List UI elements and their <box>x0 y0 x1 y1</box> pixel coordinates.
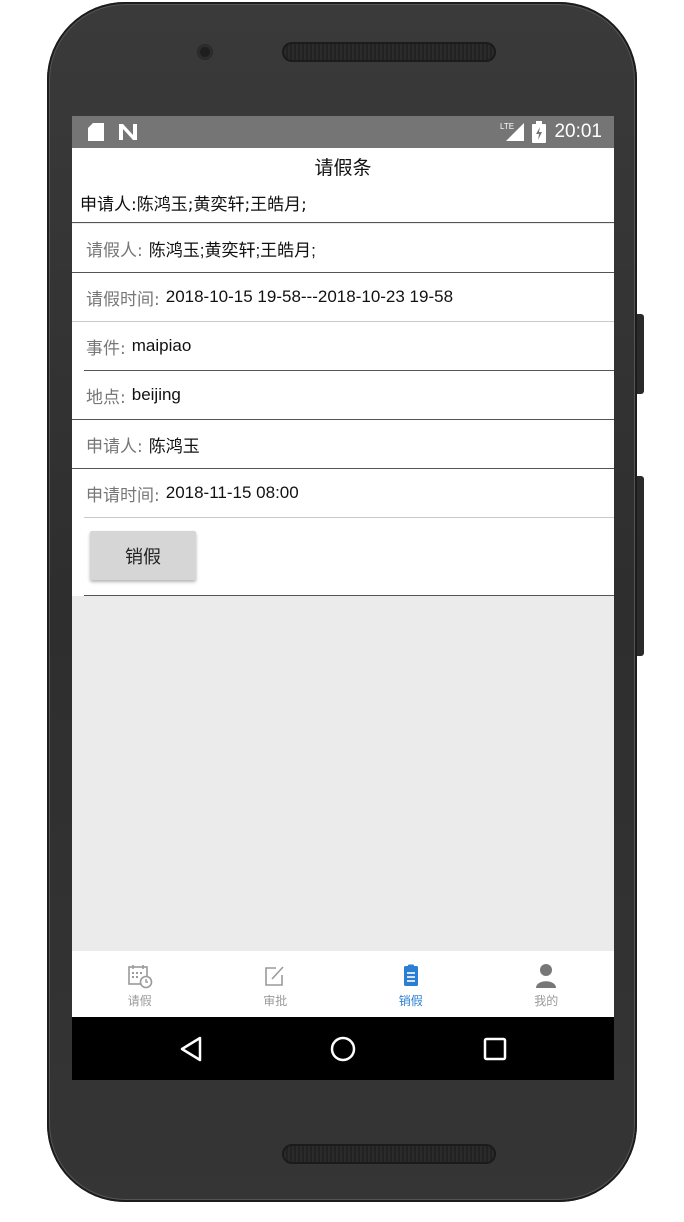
apply-time-row: 申请时间: 2018-11-15 08:00 <box>84 469 614 518</box>
event-label: 事件: <box>86 338 126 359</box>
recents-icon[interactable] <box>479 1033 511 1065</box>
bottom-speaker <box>282 1144 496 1164</box>
tab-approve[interactable]: 审批 <box>208 951 344 1017</box>
leave-person-label: 请假人: <box>86 240 143 261</box>
leave-time-row: 请假时间: 2018-10-15 19-58---2018-10-23 19-5… <box>72 273 614 322</box>
lte-signal-icon: LTE <box>500 122 525 141</box>
power-button <box>637 476 644 656</box>
tab-cancel-leave-label: 销假 <box>398 994 423 1008</box>
apply-time-value: 2018-11-15 08:00 <box>165 483 299 502</box>
action-row: 销假 <box>84 518 614 596</box>
leave-person-row: 请假人: 陈鸿玉;黄奕轩;王皓月; <box>72 224 614 273</box>
cancel-leave-button[interactable]: 销假 <box>90 531 196 580</box>
tab-leave-label: 请假 <box>127 994 152 1008</box>
leave-time-label: 请假时间: <box>86 289 160 310</box>
clipboard-icon <box>403 964 418 986</box>
tab-mine[interactable]: 我的 <box>479 951 615 1017</box>
tab-cancel-leave[interactable]: 销假 <box>343 951 479 1017</box>
n-notification-icon <box>119 124 137 140</box>
front-camera <box>197 44 213 60</box>
volume-button <box>637 314 644 394</box>
leave-person-value: 陈鸿玉;黄奕轩;王皓月; <box>148 240 316 260</box>
clock: 20:01 <box>554 121 602 142</box>
top-speaker <box>282 42 496 62</box>
tab-approve-label: 审批 <box>263 994 288 1008</box>
applicant-row: 申请人: 陈鸿玉 <box>72 420 614 469</box>
applicant-value: 陈鸿玉 <box>148 436 200 456</box>
system-nav-bar <box>72 1017 614 1080</box>
network-type: LTE <box>500 122 514 131</box>
location-value: beijing <box>131 385 181 404</box>
tab-leave[interactable]: 请假 <box>72 951 208 1017</box>
leave-detail-list: 请假人: 陈鸿玉;黄奕轩;王皓月; 请假时间: 2018-10-15 19-58… <box>72 224 614 596</box>
tab-mine-label: 我的 <box>534 994 559 1008</box>
battery-charging-icon <box>532 121 547 143</box>
status-bar: LTE 20:01 <box>72 116 614 148</box>
bottom-tab-bar: 请假 审批 销假 我的 <box>72 951 614 1017</box>
applicants-summary: 申请人:陈鸿玉;黄奕轩;王皓月; <box>72 188 614 223</box>
apply-time-label: 申请时间: <box>86 485 160 506</box>
calendar-clock-icon <box>127 965 153 989</box>
home-icon[interactable] <box>327 1033 359 1065</box>
leave-time-value: 2018-10-15 19-58---2018-10-23 19-58 <box>165 287 454 306</box>
location-row: 地点: beijing <box>72 371 614 420</box>
page-title: 请假条 <box>72 148 614 188</box>
back-icon[interactable] <box>175 1033 207 1065</box>
applicant-label: 申请人: <box>86 436 143 457</box>
sd-card-icon <box>88 123 104 141</box>
screen: LTE 20:01 请假条 申请人:陈鸿玉;黄奕轩;王皓月; 请假人: 陈鸿玉;… <box>72 116 614 1080</box>
event-row: 事件: maipiao <box>84 322 614 371</box>
event-value: maipiao <box>131 336 192 355</box>
person-icon <box>536 964 557 988</box>
location-label: 地点: <box>86 387 126 408</box>
edit-icon <box>265 966 284 986</box>
